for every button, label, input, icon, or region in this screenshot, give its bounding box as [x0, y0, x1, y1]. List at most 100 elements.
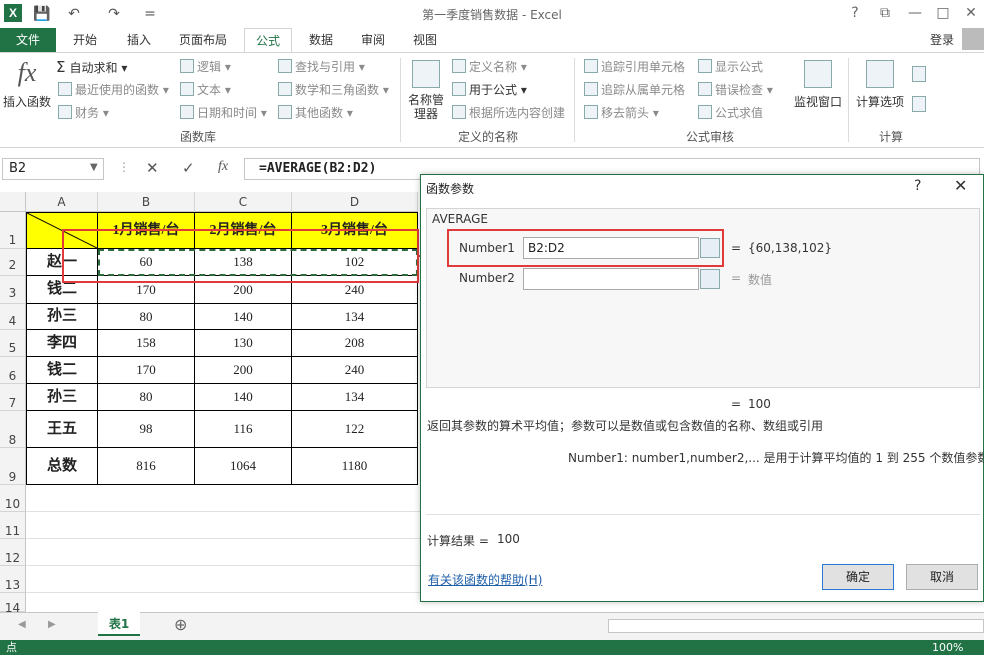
enter-icon[interactable]: ✓	[182, 159, 195, 177]
value-cell[interactable]: 80	[98, 384, 195, 411]
name-cell[interactable]: 钱二	[26, 357, 98, 384]
total-value-cell[interactable]: 816	[98, 448, 195, 485]
arg1-input[interactable]: B2:D2	[523, 237, 699, 259]
value-cell[interactable]: 140	[195, 304, 292, 330]
value-cell[interactable]: 240	[292, 357, 418, 384]
dialog-close-icon[interactable]: ✕	[954, 176, 967, 195]
value-cell[interactable]: 122	[292, 411, 418, 448]
row-header[interactable]: 13	[0, 566, 26, 593]
logical-button[interactable]: 逻辑 ▾	[180, 58, 231, 75]
empty-row[interactable]	[26, 485, 420, 512]
login-link[interactable]: 登录	[930, 28, 954, 52]
row-header[interactable]: 7	[0, 384, 26, 411]
empty-row[interactable]	[26, 566, 420, 593]
lookup-button[interactable]: 查找与引用 ▾	[278, 58, 365, 75]
other-functions-button[interactable]: 其他函数 ▾	[278, 104, 353, 121]
insert-function-button[interactable]: 插入函数	[3, 93, 51, 110]
define-name-button[interactable]: 定义名称 ▾	[452, 58, 527, 75]
insert-function-icon[interactable]: fx	[10, 58, 44, 92]
cancel-icon[interactable]: ✕	[146, 159, 159, 177]
recent-functions-button[interactable]: 最近使用的函数 ▾	[58, 81, 169, 98]
use-in-formula-button[interactable]: 用于公式 ▾	[452, 81, 527, 98]
tab-view[interactable]: 视图	[404, 28, 446, 52]
row-header[interactable]: 5	[0, 330, 26, 357]
total-value-cell[interactable]: 1180	[292, 448, 418, 485]
create-from-selection-button[interactable]: 根据所选内容创建	[452, 104, 565, 121]
calculate-now-icon[interactable]	[912, 66, 926, 82]
calculate-sheet-icon[interactable]	[912, 96, 926, 112]
row-header[interactable]: 14	[0, 593, 26, 615]
column-header-a[interactable]: A	[26, 192, 98, 212]
show-formulas-button[interactable]: 显示公式	[698, 58, 763, 75]
value-cell[interactable]: 98	[98, 411, 195, 448]
value-cell[interactable]: 170	[98, 357, 195, 384]
scroll-left-icon[interactable]: ◀	[18, 619, 26, 630]
horizontal-scrollbar[interactable]	[608, 619, 984, 633]
row-header[interactable]: 9	[0, 448, 26, 485]
collapse-dialog-icon[interactable]	[700, 269, 720, 289]
help-icon[interactable]: ?	[842, 3, 868, 23]
minimize-button[interactable]: —	[902, 3, 928, 23]
name-cell[interactable]: 孙三	[26, 384, 98, 411]
tab-data[interactable]: 数据	[300, 28, 342, 52]
remove-arrows-button[interactable]: 移去箭头 ▾	[584, 104, 659, 121]
datetime-button[interactable]: 日期和时间 ▾	[180, 104, 267, 121]
empty-row[interactable]	[26, 512, 420, 539]
row-header[interactable]: 1	[0, 212, 26, 249]
total-value-cell[interactable]: 1064	[195, 448, 292, 485]
select-all-corner[interactable]	[0, 192, 26, 212]
value-cell[interactable]: 140	[195, 384, 292, 411]
maximize-button[interactable]: □	[930, 3, 956, 23]
collapse-dialog-icon[interactable]	[700, 238, 720, 258]
name-cell[interactable]: 孙三	[26, 304, 98, 330]
row-header[interactable]: 11	[0, 512, 26, 539]
tab-home[interactable]: 开始	[62, 28, 108, 52]
cancel-button[interactable]: 取消	[906, 564, 978, 590]
row-header[interactable]: 6	[0, 357, 26, 384]
ok-button[interactable]: 确定	[822, 564, 894, 590]
row-header[interactable]: 10	[0, 485, 26, 512]
calc-options-button[interactable]: 计算选项	[856, 93, 904, 110]
tab-file[interactable]: 文件	[0, 28, 56, 52]
arg2-input[interactable]	[523, 268, 699, 290]
close-button[interactable]: ✕	[958, 3, 984, 23]
value-cell[interactable]: 116	[195, 411, 292, 448]
name-cell[interactable]: 李四	[26, 330, 98, 357]
name-manager-button[interactable]: 名称管理器	[408, 93, 444, 121]
sheet-tab[interactable]: 表1	[98, 612, 140, 636]
tab-insert[interactable]: 插入	[116, 28, 162, 52]
row-header[interactable]: 12	[0, 539, 26, 566]
error-checking-button[interactable]: 错误检查 ▾	[698, 81, 773, 98]
tab-review[interactable]: 审阅	[352, 28, 394, 52]
function-help-link[interactable]: 有关该函数的帮助(H)	[428, 571, 542, 588]
empty-row[interactable]	[26, 539, 420, 566]
total-label-cell[interactable]: 总数	[26, 448, 98, 485]
math-button[interactable]: 数学和三角函数 ▾	[278, 81, 389, 98]
watch-window-button[interactable]: 监视窗口	[794, 93, 842, 110]
name-box[interactable]: B2	[2, 158, 104, 180]
value-cell[interactable]: 130	[195, 330, 292, 357]
dialog-help-icon[interactable]: ?	[914, 178, 921, 194]
add-sheet-icon[interactable]: ⊕	[174, 615, 187, 634]
value-cell[interactable]: 200	[195, 357, 292, 384]
row-header[interactable]: 4	[0, 304, 26, 330]
value-cell[interactable]: 208	[292, 330, 418, 357]
trace-dependents-button[interactable]: 追踪从属单元格	[584, 81, 685, 98]
zoom-level[interactable]: 100%	[932, 640, 963, 655]
row-header[interactable]: 3	[0, 276, 26, 304]
financial-button[interactable]: 财务 ▾	[58, 104, 109, 121]
insert-function-fx-icon[interactable]: fx	[218, 159, 228, 175]
column-header-b[interactable]: B	[98, 192, 195, 212]
avatar[interactable]	[962, 28, 984, 50]
value-cell[interactable]: 80	[98, 304, 195, 330]
text-button[interactable]: 文本 ▾	[180, 81, 231, 98]
value-cell[interactable]: 158	[98, 330, 195, 357]
column-header-d[interactable]: D	[292, 192, 418, 212]
tab-page-layout[interactable]: 页面布局	[170, 28, 236, 52]
evaluate-formula-button[interactable]: 公式求值	[698, 104, 763, 121]
autosum-button[interactable]: Σ 自动求和 ▾	[56, 58, 127, 76]
ribbon-display-icon[interactable]: ⧉	[872, 3, 898, 23]
trace-precedents-button[interactable]: 追踪引用单元格	[584, 58, 685, 75]
row-header[interactable]: 2	[0, 249, 26, 276]
chevron-down-icon[interactable]: ▼	[90, 162, 98, 173]
